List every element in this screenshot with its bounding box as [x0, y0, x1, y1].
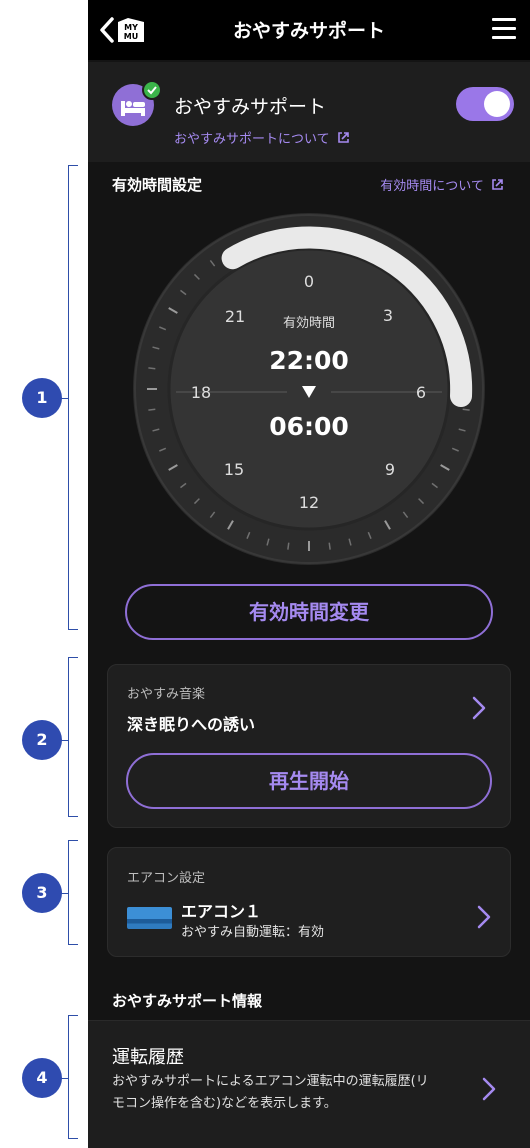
aircon-name: エアコン１ — [181, 902, 262, 921]
app-header: MY MU おやすみサポート — [88, 0, 530, 60]
annotation-bracket-4 — [68, 1015, 78, 1139]
annotation-bracket-3 — [68, 840, 78, 945]
toggle-knob — [484, 91, 510, 117]
external-link-icon — [492, 179, 503, 190]
external-link-icon — [337, 132, 349, 143]
hour-label-9: 9 — [385, 460, 395, 479]
check-icon — [142, 80, 162, 100]
history-row[interactable]: 運転履歴 おやすみサポートによるエアコン運転中の運転履歴(リモコン操作を含む)な… — [88, 1020, 530, 1148]
chevron-right-icon — [477, 905, 491, 929]
annotation-marker-3: 3 — [22, 873, 62, 913]
music-card: おやすみ音楽 深き眠りへの誘い 再生開始 — [107, 664, 511, 828]
history-description: おやすみサポートによるエアコン運転中の運転履歴(リモコン操作を含む)などを表示し… — [112, 1074, 429, 1111]
support-toggle-card: おやすみサポート おやすみサポートについて — [88, 62, 530, 162]
dial-label: 有効時間 — [283, 316, 335, 331]
info-section-title: おやすみサポート情報 — [112, 992, 263, 1010]
annotation-marker-1: 1 — [22, 378, 62, 418]
dial-tick — [148, 367, 156, 370]
period-about-label: 有効時間について — [380, 179, 484, 194]
end-time: 06:00 — [269, 412, 349, 441]
page-title: おやすみサポート — [232, 20, 385, 42]
dial-tick — [328, 542, 331, 550]
play-button[interactable]: 再生開始 — [126, 753, 492, 809]
change-period-button[interactable]: 有効時間変更 — [125, 584, 493, 640]
hour-label-12: 12 — [299, 493, 319, 512]
phone-screen: MY MU おやすみサポート おやすみサポート おやすみサポートについて 有効時… — [88, 0, 530, 1148]
chevron-right-icon[interactable] — [472, 696, 486, 720]
dial-tick — [462, 408, 470, 411]
period-about-link[interactable]: 有効時間について — [380, 175, 504, 194]
menu-icon — [492, 18, 516, 21]
support-about-link[interactable]: おやすみサポートについて — [174, 128, 350, 147]
chevron-right-icon — [482, 1077, 496, 1101]
dial-tick — [287, 542, 290, 550]
history-title: 運転履歴 — [112, 1047, 184, 1068]
hour-label-21: 21 — [225, 307, 245, 326]
aircon-card[interactable]: エアコン設定 エアコン１ おやすみ自動運転：有効 — [107, 847, 511, 957]
support-toggle[interactable] — [456, 87, 514, 121]
aircon-unit-icon — [127, 907, 172, 929]
hour-label-18: 18 — [191, 383, 211, 402]
hour-label-15: 15 — [224, 460, 244, 479]
support-title: おやすみサポート — [174, 96, 327, 118]
music-label: おやすみ音楽 — [127, 687, 206, 702]
time-dial[interactable]: 0 3 6 9 12 15 18 21 有効時間 22:00 06:00 — [132, 212, 486, 566]
period-section-title: 有効時間設定 — [112, 176, 203, 194]
annotation-marker-4: 4 — [22, 1058, 62, 1098]
hour-label-0: 0 — [304, 272, 314, 291]
annotation-bracket-2 — [68, 657, 78, 817]
start-time: 22:00 — [269, 346, 349, 375]
annotation-bracket-1 — [68, 165, 78, 630]
support-about-label: おやすみサポートについて — [174, 132, 330, 147]
dial-tick — [148, 408, 156, 411]
annotation-marker-2: 2 — [22, 720, 62, 760]
hour-label-3: 3 — [383, 306, 393, 325]
aircon-label: エアコン設定 — [127, 871, 206, 886]
hour-label-6: 6 — [416, 383, 426, 402]
menu-button[interactable] — [492, 18, 516, 40]
music-name[interactable]: 深き眠りへの誘い — [127, 711, 255, 735]
aircon-status: おやすみ自動運転：有効 — [181, 925, 325, 940]
